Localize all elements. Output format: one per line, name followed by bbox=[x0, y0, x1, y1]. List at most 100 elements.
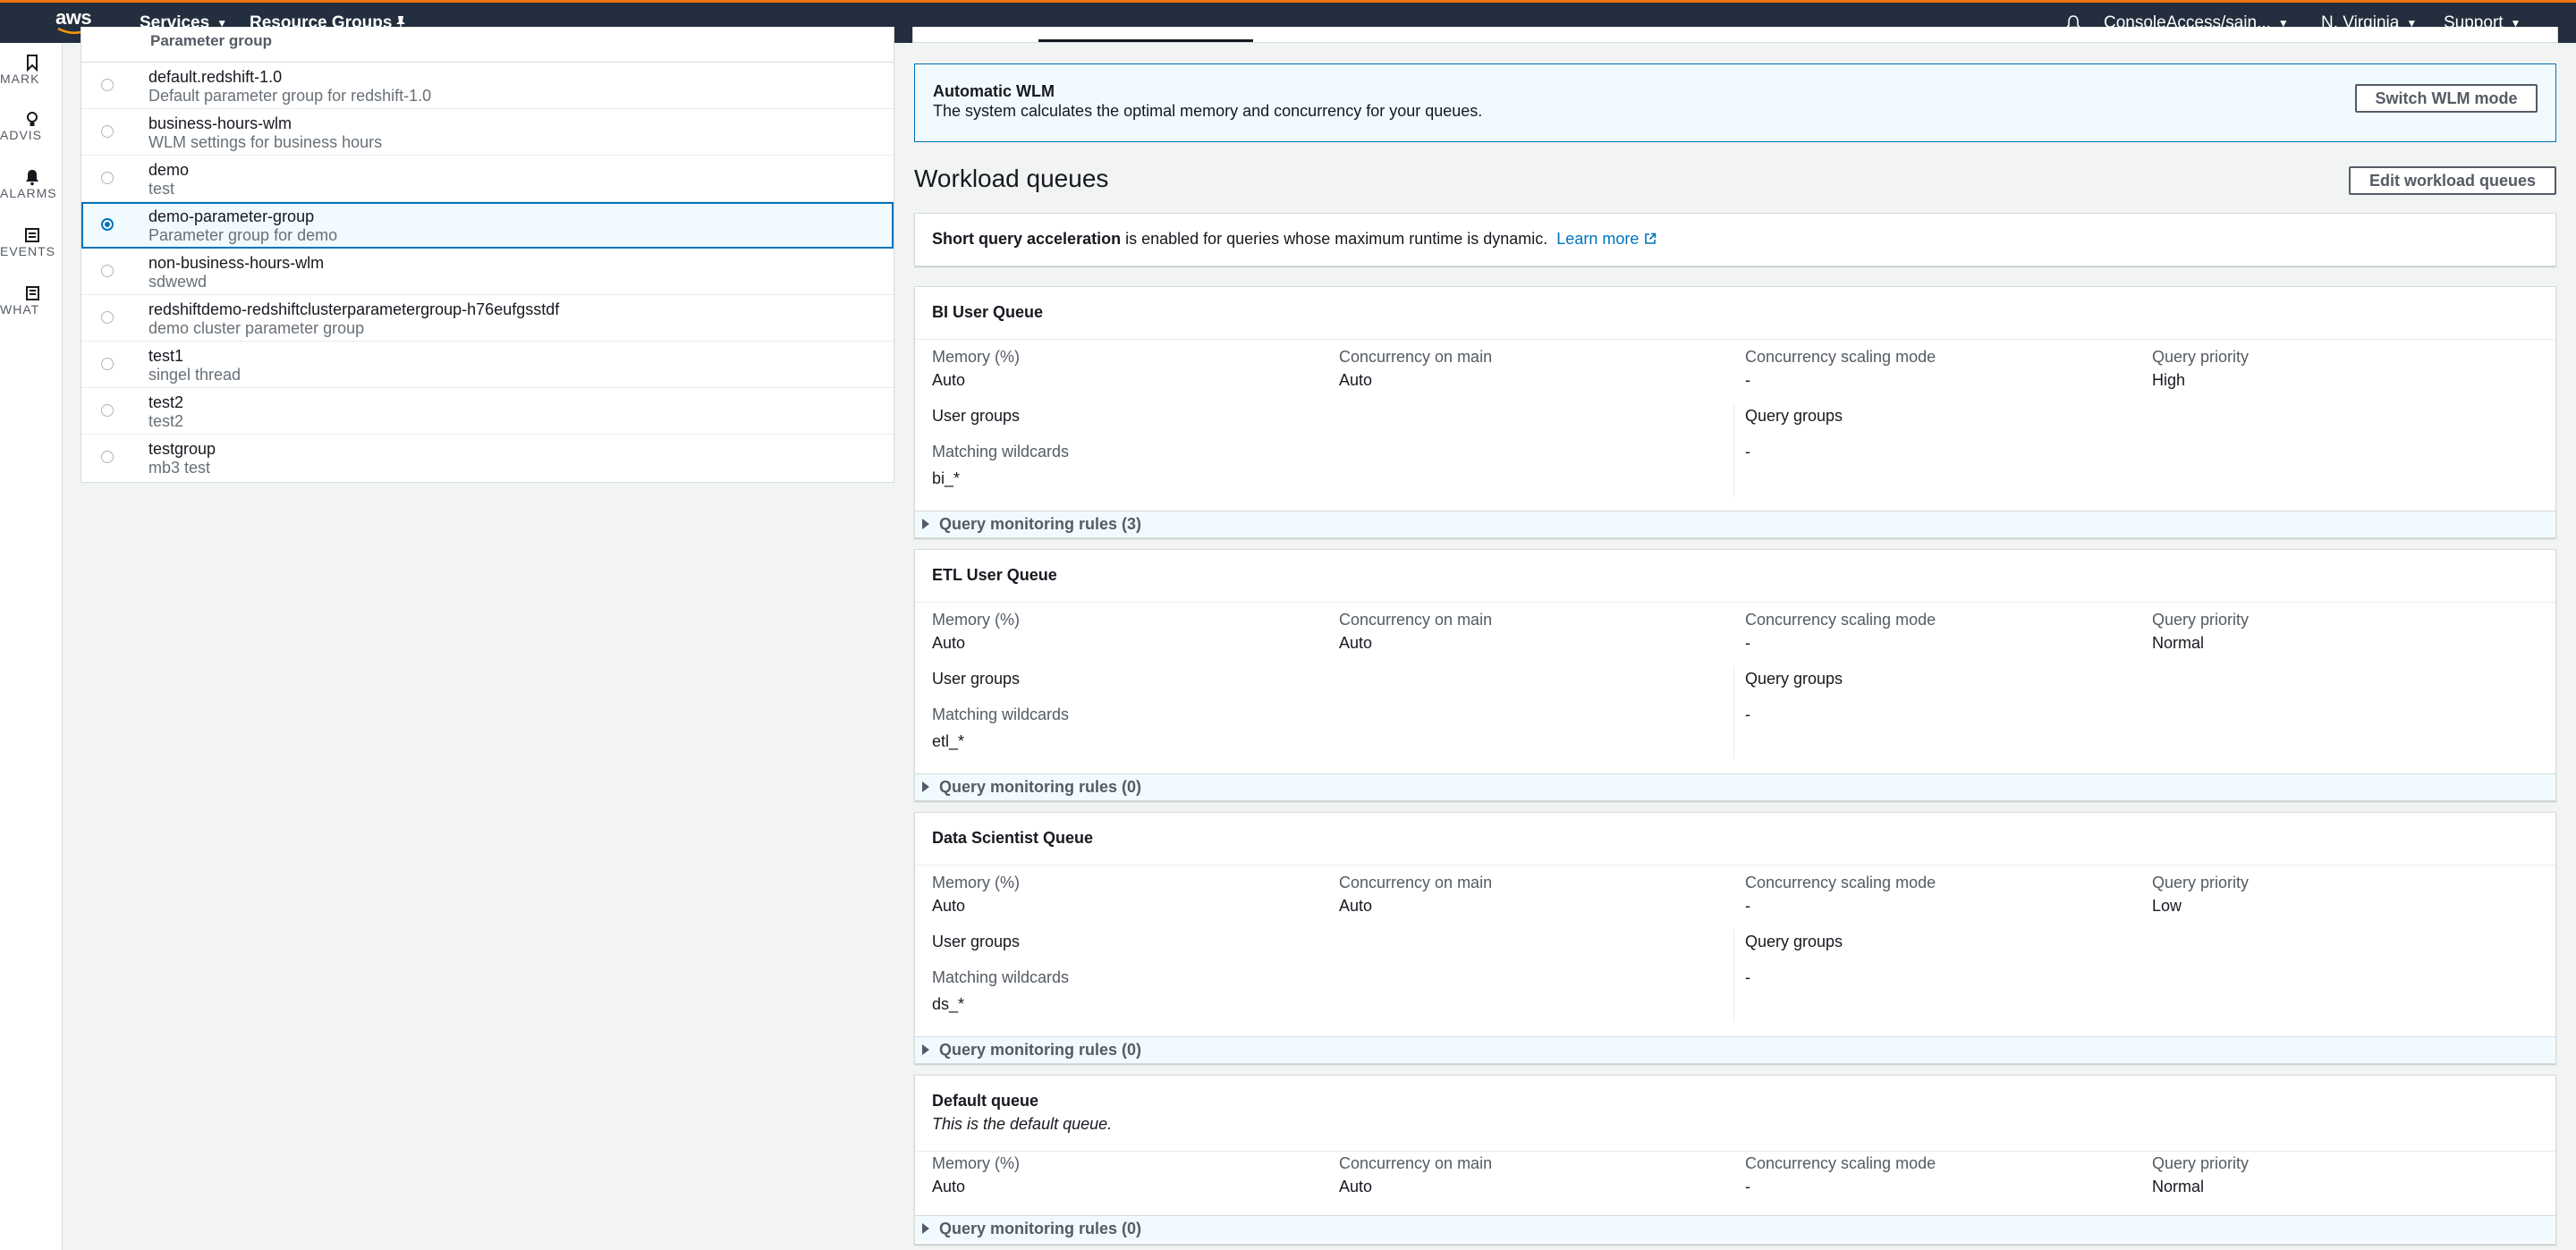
query-priority-label: Query priority bbox=[2152, 1154, 2250, 1172]
rail-label: ADVIS bbox=[0, 128, 43, 142]
memory-value: Auto bbox=[932, 897, 966, 915]
radio-button-selected[interactable] bbox=[101, 218, 114, 231]
query-groups-label: Query groups bbox=[1745, 670, 1843, 688]
query-monitoring-rules-toggle[interactable]: Query monitoring rules (0) bbox=[915, 773, 2555, 800]
parameter-group-row[interactable]: default.redshift-1.0 Default parameter g… bbox=[81, 63, 894, 109]
left-icon-rail: MARK ADVIS ALARMS EVENTS WHAT bbox=[0, 43, 63, 1250]
user-wildcard-value: etl_* bbox=[932, 732, 965, 750]
concurrency-value: Auto bbox=[1339, 371, 1373, 389]
bookmark-icon bbox=[27, 55, 38, 72]
radio-button[interactable] bbox=[101, 172, 114, 184]
sqa-bold-label: Short query acceleration bbox=[932, 230, 1122, 248]
learn-more-label: Learn more bbox=[1556, 230, 1640, 248]
sqa-text: Short query acceleration is enabled for … bbox=[932, 230, 1657, 249]
parameter-group-list: Parameter group default.redshift-1.0 Def… bbox=[80, 27, 894, 483]
query-monitoring-rules-toggle[interactable]: Query monitoring rules (3) bbox=[915, 511, 2555, 537]
concurrency-value: Auto bbox=[1339, 897, 1373, 915]
caret-right-icon bbox=[922, 519, 929, 529]
query-priority-value: Low bbox=[2152, 897, 2182, 915]
queue-name: ETL User Queue bbox=[932, 566, 1057, 584]
rail-label: EVENTS bbox=[0, 244, 56, 258]
workload-queues-title: Workload queues bbox=[914, 165, 1109, 192]
radio-button[interactable] bbox=[101, 311, 114, 324]
query-monitoring-rules-label: Query monitoring rules (0) bbox=[939, 1220, 1142, 1237]
query-groups-label: Query groups bbox=[1745, 933, 1843, 950]
query-wildcard-value: - bbox=[1745, 968, 1750, 986]
rail-item-bookmark[interactable]: MARK bbox=[0, 52, 62, 106]
scaling-mode-value: - bbox=[1745, 897, 1750, 915]
scaling-mode-label: Concurrency scaling mode bbox=[1745, 348, 1936, 366]
column-divider bbox=[1733, 403, 1734, 496]
active-tab-indicator[interactable] bbox=[1038, 39, 1253, 42]
queue-panel-data-scientist: Data Scientist Queue Memory (%) Auto Con… bbox=[914, 812, 2556, 1064]
edit-workload-queues-button[interactable]: Edit workload queues bbox=[2349, 166, 2556, 195]
rail-item-whats-new[interactable]: WHAT bbox=[0, 283, 62, 336]
user-groups-label: User groups bbox=[932, 933, 1021, 950]
query-priority-value: High bbox=[2152, 371, 2186, 389]
calendar-icon bbox=[25, 228, 39, 242]
sqa-description: is enabled for queries whose maximum run… bbox=[1121, 230, 1548, 248]
parameter-group-name: default.redshift-1.0 bbox=[148, 68, 283, 86]
query-monitoring-rules-label: Query monitoring rules (3) bbox=[939, 515, 1142, 533]
switch-wlm-mode-button[interactable]: Switch WLM mode bbox=[2355, 84, 2538, 113]
radio-button[interactable] bbox=[101, 404, 114, 417]
parameter-group-row-selected[interactable]: demo-parameter-group Parameter group for… bbox=[81, 202, 894, 249]
external-link-icon bbox=[1645, 232, 1657, 244]
parameter-group-desc: sdwewd bbox=[148, 273, 208, 291]
radio-button[interactable] bbox=[101, 265, 114, 277]
parameter-group-name: test2 bbox=[148, 393, 184, 411]
queue-name: Default queue bbox=[932, 1092, 1039, 1110]
scaling-mode-value: - bbox=[1745, 634, 1750, 652]
parameter-group-row[interactable]: test2 test2 bbox=[81, 388, 894, 435]
parameter-group-row[interactable]: redshiftdemo-redshiftclusterparametergro… bbox=[81, 295, 894, 342]
parameter-group-name: redshiftdemo-redshiftclusterparametergro… bbox=[148, 300, 560, 318]
rail-label: WHAT bbox=[0, 302, 40, 317]
learn-more-link[interactable]: Learn more bbox=[1556, 230, 1657, 248]
parameter-group-header: Parameter group bbox=[81, 27, 894, 63]
parameter-group-name: test1 bbox=[148, 347, 184, 365]
rail-item-advisor[interactable]: ADVIS bbox=[0, 108, 62, 162]
radio-button[interactable] bbox=[101, 125, 114, 138]
query-monitoring-rules-toggle[interactable]: Query monitoring rules (0) bbox=[915, 1036, 2555, 1063]
parameter-group-row[interactable]: business-hours-wlm WLM settings for busi… bbox=[81, 109, 894, 156]
user-wildcard-value: ds_* bbox=[932, 995, 965, 1013]
memory-label: Memory (%) bbox=[932, 874, 1020, 891]
scaling-mode-value: - bbox=[1745, 371, 1750, 389]
memory-value: Auto bbox=[932, 371, 966, 389]
short-query-acceleration-panel: Short query acceleration is enabled for … bbox=[914, 213, 2556, 266]
document-icon bbox=[26, 286, 39, 300]
parameter-group-name: demo bbox=[148, 161, 190, 179]
wlm-title: Automatic WLM bbox=[933, 82, 1055, 100]
parameter-group-name: business-hours-wlm bbox=[148, 114, 292, 132]
query-wildcard-value: - bbox=[1745, 443, 1750, 460]
parameter-group-row[interactable]: demo test bbox=[81, 156, 894, 202]
memory-value: Auto bbox=[932, 634, 966, 652]
rail-item-alarms[interactable]: ALARMS bbox=[0, 166, 62, 220]
query-monitoring-rules-toggle[interactable]: Query monitoring rules (0) bbox=[915, 1215, 2555, 1242]
queue-panel-default: Default queue This is the default queue.… bbox=[914, 1075, 2556, 1245]
caret-right-icon bbox=[922, 1044, 929, 1055]
matching-wildcards-label: Matching wildcards bbox=[932, 705, 1070, 723]
concurrency-value: Auto bbox=[1339, 634, 1373, 652]
rail-label: ALARMS bbox=[0, 186, 57, 200]
parameter-group-desc: WLM settings for business hours bbox=[148, 133, 383, 151]
rail-item-events[interactable]: EVENTS bbox=[0, 224, 62, 278]
radio-button[interactable] bbox=[101, 358, 114, 370]
tab-strip bbox=[912, 27, 2558, 43]
radio-button[interactable] bbox=[101, 79, 114, 91]
queue-subtitle: This is the default queue. bbox=[932, 1115, 1113, 1133]
parameter-group-desc: mb3 test bbox=[148, 459, 211, 477]
memory-label: Memory (%) bbox=[932, 1154, 1020, 1172]
parameter-group-name: testgroup bbox=[148, 440, 216, 458]
concurrency-label: Concurrency on main bbox=[1339, 874, 1493, 891]
queue-name: Data Scientist Queue bbox=[932, 829, 1094, 847]
caret-right-icon bbox=[922, 1223, 929, 1234]
parameter-group-desc: test bbox=[148, 180, 175, 198]
user-wildcard-value: bi_* bbox=[932, 469, 961, 487]
parameter-group-name: non-business-hours-wlm bbox=[148, 254, 325, 272]
parameter-group-row[interactable]: non-business-hours-wlm sdwewd bbox=[81, 249, 894, 295]
radio-button[interactable] bbox=[101, 451, 114, 463]
parameter-group-row[interactable]: testgroup mb3 test bbox=[81, 435, 894, 481]
parameter-group-desc: singel thread bbox=[148, 366, 242, 384]
parameter-group-row[interactable]: test1 singel thread bbox=[81, 342, 894, 388]
